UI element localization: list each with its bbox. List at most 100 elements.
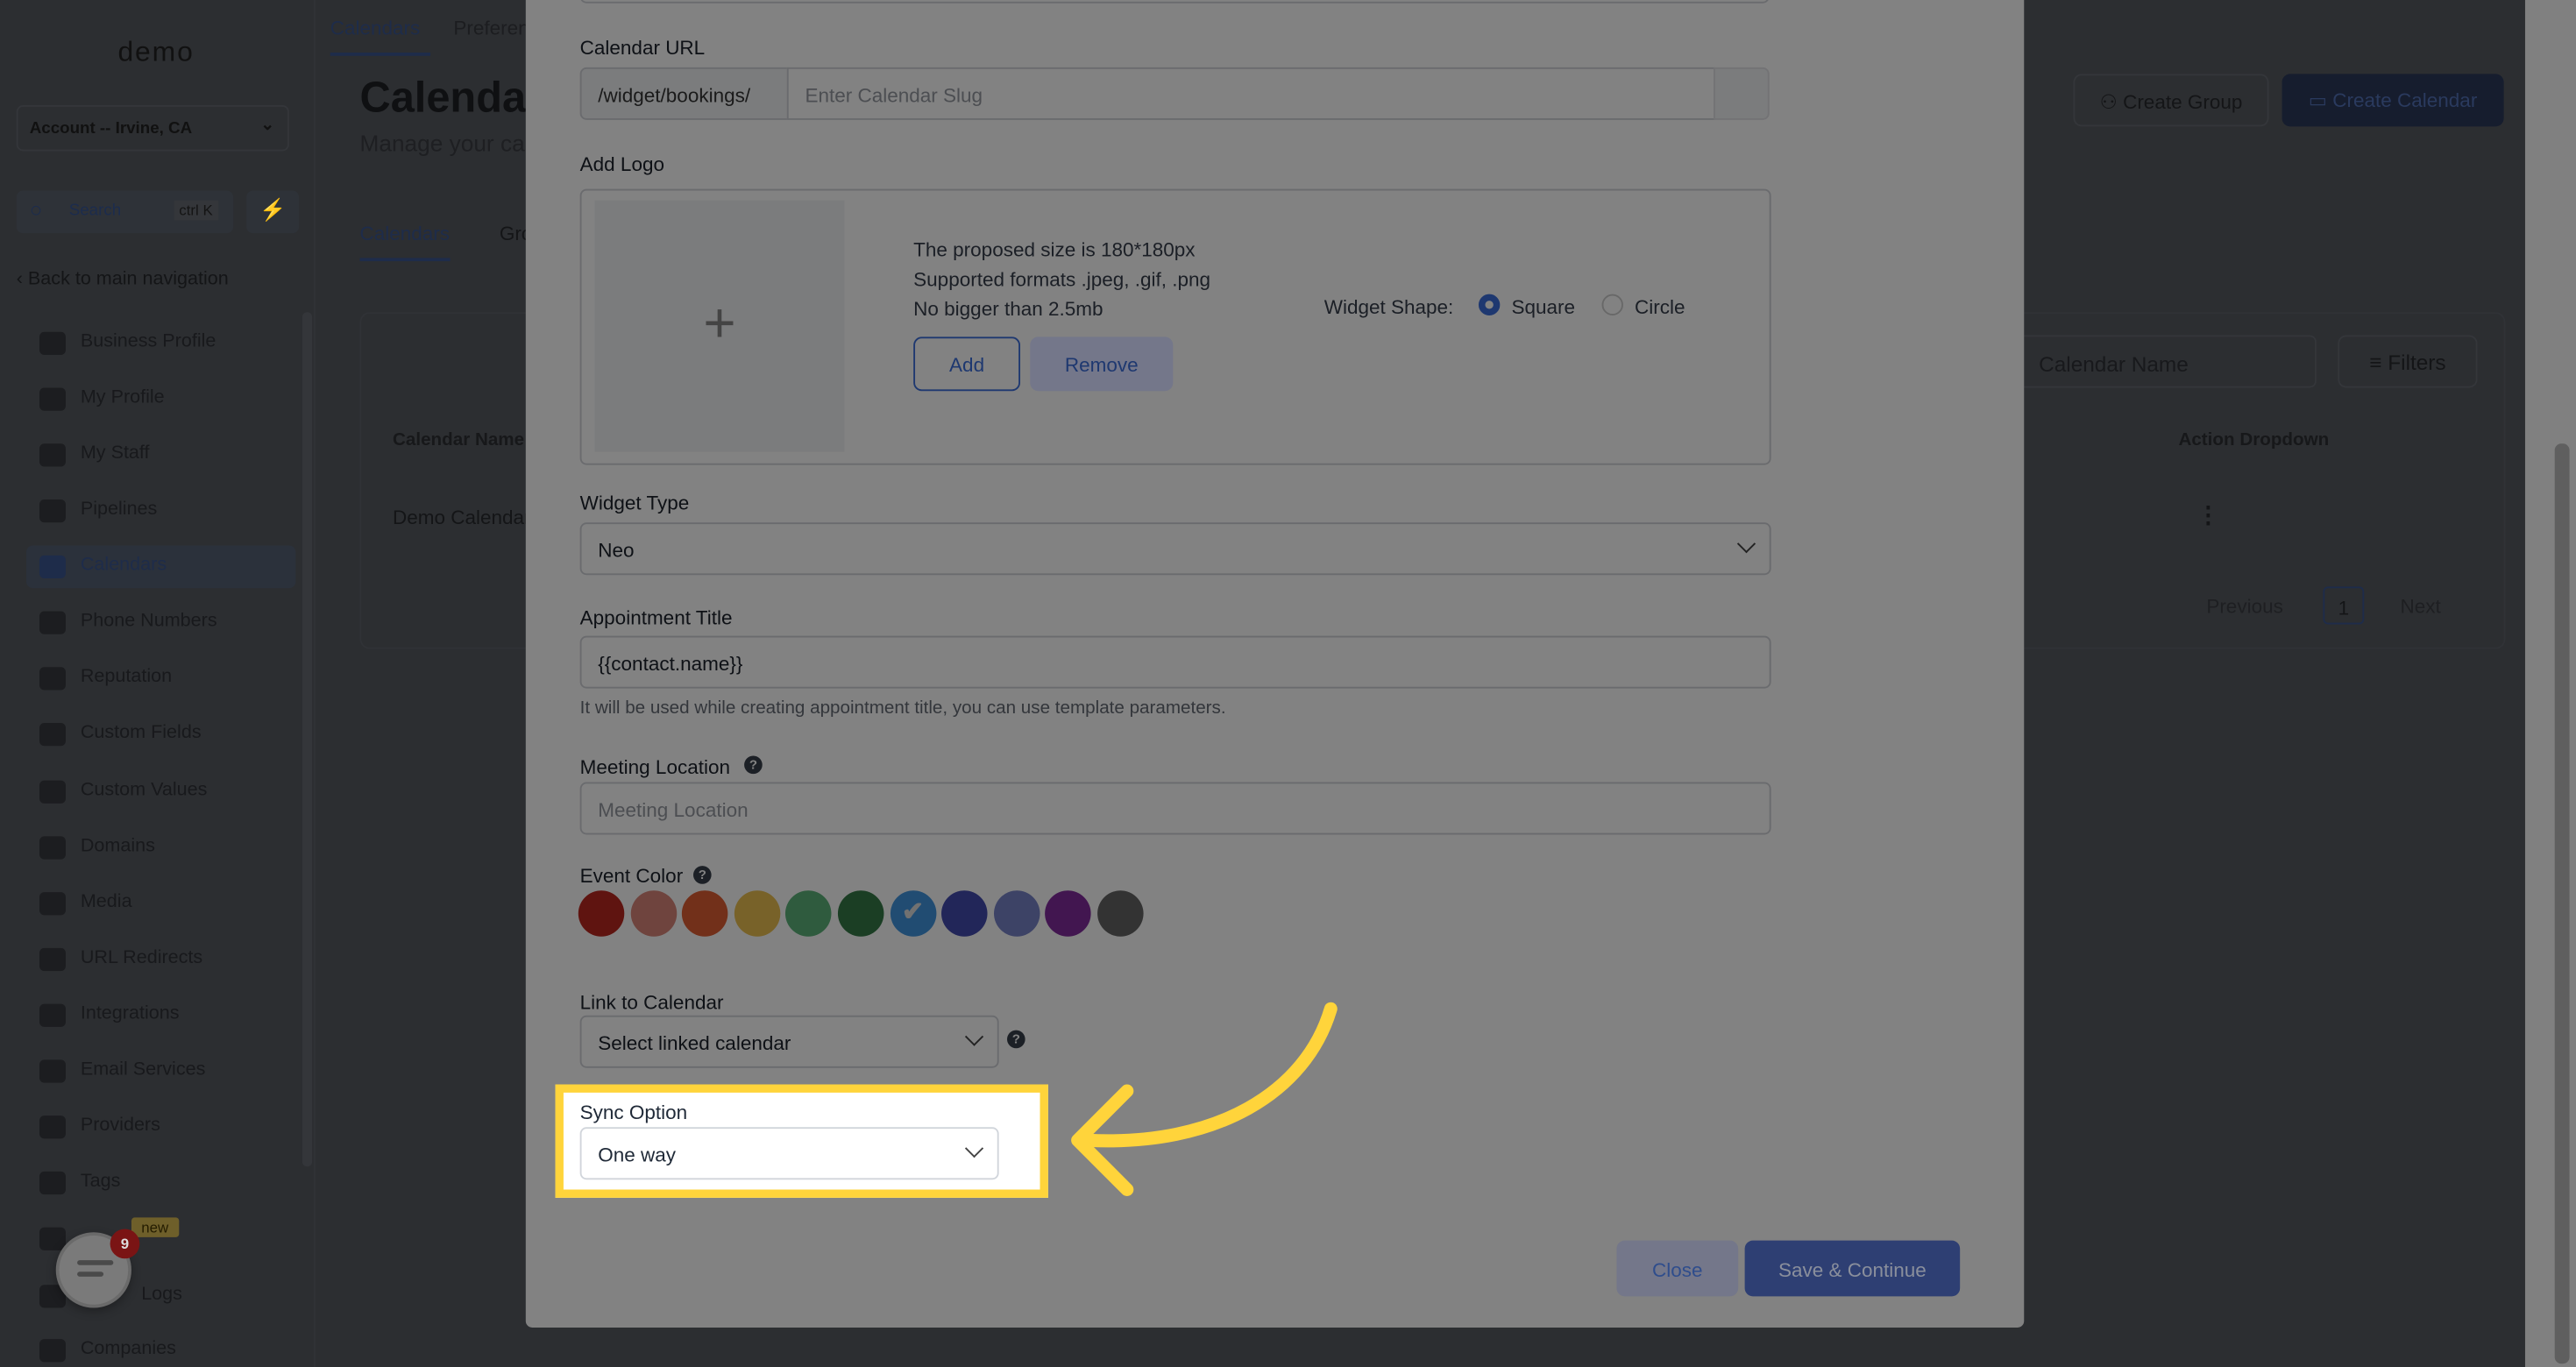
chat-widget-button[interactable]: 9 [55,1229,140,1308]
search-button[interactable]: ○ Search ctrl K [16,190,234,234]
remove-logo-button[interactable]: Remove [1030,336,1174,392]
chevron-down-icon [964,1139,984,1158]
event-color-swatch[interactable] [941,890,988,937]
pagination-next[interactable]: Next [2400,595,2440,618]
sidebar-item-label: Domains [80,836,155,856]
logo-upload-plus-icon[interactable]: + [594,200,845,452]
sidebar-item-my-profile[interactable]: My Profile [26,378,295,421]
radio-circle[interactable] [1601,294,1623,315]
logo-size-info: The proposed size is 180*180px [913,237,1196,262]
shortcut-hint: ctrl K [174,200,218,221]
event-color-swatch[interactable] [1097,890,1144,937]
kebab-menu-icon[interactable]: ⋮ [2196,501,2219,529]
sidebar-item-url-redirects[interactable]: URL Redirects [26,938,295,981]
create-group-button[interactable]: ⚇ Create Group [2073,74,2269,127]
sidebar-item-custom-values[interactable]: Custom Values [26,770,295,813]
sidebar-item-label: Providers [80,1116,160,1136]
integrations-icon [39,1003,66,1027]
create-calendar-label: Create Calendar [2332,89,2478,112]
sidebar-item-label: Logs [141,1285,182,1305]
sidebar-item-media[interactable]: Media [26,882,295,925]
add-logo-button[interactable]: Add [913,336,1021,392]
filters-button[interactable]: ≡ Filters [2338,335,2478,388]
widget-type-select[interactable]: Neo [579,522,1771,576]
sidebar-item-phone-numbers[interactable]: Phone Numbers [26,601,295,644]
copy-url-button[interactable] [1713,67,1770,120]
logo: demo [117,36,195,67]
phone-icon [39,611,66,634]
sidebar-item-reputation[interactable]: Reputation [26,657,295,700]
sidebar-item-label: Tags [80,1171,121,1192]
filter-icon [39,499,66,523]
mail-icon [39,1059,66,1083]
event-color-swatch[interactable]: ✔ [890,890,936,937]
sidebar-item-email-services[interactable]: Email Services [26,1050,295,1093]
table-row-name[interactable]: Demo Calendar [393,506,531,529]
event-color-swatch[interactable] [578,890,625,937]
fields-icon [39,723,66,747]
quick-action-bolt-icon[interactable]: ⚡ [246,190,300,234]
save-continue-button[interactable]: Save & Continue [1744,1240,1961,1297]
event-color-swatch[interactable] [993,890,1040,937]
close-button[interactable]: Close [1616,1240,1739,1297]
sidebar-item-my-staff[interactable]: My Staff [26,434,295,477]
calendar-icon: ▭ [2308,89,2333,112]
create-group-label: Create Group [2123,90,2243,114]
sync-option-select[interactable]: One way [579,1127,999,1180]
user-plus-icon: ⚇ [2099,90,2124,114]
sidebar-item-business-profile[interactable]: Business Profile [26,322,295,365]
add-logo-label: Add Logo [579,152,664,176]
sidebar-item-label: Email Services [80,1059,206,1080]
sidebar-item-custom-fields[interactable]: Custom Fields [26,713,295,756]
sidebar-item-domains[interactable]: Domains [26,826,295,869]
sidebar-item-label: Phone Numbers [80,611,217,632]
event-color-swatch[interactable] [734,890,780,937]
top-tab-calendars[interactable]: Calendars [330,17,430,56]
stack-icon [39,1227,66,1250]
sidebar-item-label: Custom Fields [80,723,202,743]
provider-icon [39,1116,66,1139]
sidebar-item-label: Companies [80,1339,176,1359]
media-icon [39,892,66,916]
meeting-location-input[interactable]: Meeting Location [579,782,1771,835]
calendar-slug-input[interactable]: Enter Calendar Slug [786,67,1715,120]
filters-label: Filters [2388,350,2446,375]
sidebar-item-providers[interactable]: Providers [26,1106,295,1149]
pagination-page[interactable]: 1 [2323,586,2365,625]
pagination-previous[interactable]: Previous [2206,595,2283,618]
logo-format-info: Supported formats .jpeg, .gif, .png [913,267,1211,291]
help-icon[interactable]: ? [1007,1030,1025,1049]
help-icon[interactable]: ? [744,755,763,775]
sidebar-item-tags[interactable]: Tags [26,1162,295,1205]
event-color-swatch[interactable] [682,890,728,937]
back-label: Back to main navigation [27,269,229,290]
sync-option-label: Sync Option [579,1101,688,1124]
appointment-title-label: Appointment Title [579,606,733,630]
sidebar-item-integrations[interactable]: Integrations [26,994,295,1037]
cut-off-input[interactable] [579,0,1770,4]
radio-square[interactable] [1478,294,1501,315]
sidebar-item-pipelines[interactable]: Pipelines [26,490,295,533]
filter-icon: ≡ [2369,350,2388,375]
appointment-title-input[interactable]: {{contact.name}} [579,635,1771,689]
link-calendar-label: Link to Calendar [579,990,724,1014]
sidebar-item-label: Media [80,892,132,912]
sidebar-scrollbar[interactable] [302,312,313,1167]
globe-icon [39,836,66,860]
link-calendar-select[interactable]: Select linked calendar [579,1015,999,1068]
back-to-main-nav[interactable]: ‹ Back to main navigation [17,270,229,290]
radio-circle-label: Circle [1635,295,1685,319]
help-icon[interactable]: ? [692,866,712,884]
url-prefix: /widget/bookings/ [579,67,789,120]
event-color-swatch[interactable] [837,890,884,937]
page-scrollbar[interactable] [2554,443,2570,1364]
account-switcher[interactable]: Account -- Irvine, CA ⌄ [16,105,289,152]
tab-calendars[interactable]: Calendars [359,222,451,262]
sidebar-item-label: My Profile [80,387,165,408]
calendar-search-input[interactable]: Calendar Name [1988,335,2317,388]
sidebar-item-calendars[interactable]: Calendars [25,545,296,589]
event-color-swatch[interactable] [630,890,677,937]
sidebar-item-companies[interactable]: Companies [26,1329,295,1367]
appointment-title-help: It will be used while creating appointme… [579,698,1226,719]
create-calendar-button[interactable]: ▭ Create Calendar [2281,74,2504,127]
